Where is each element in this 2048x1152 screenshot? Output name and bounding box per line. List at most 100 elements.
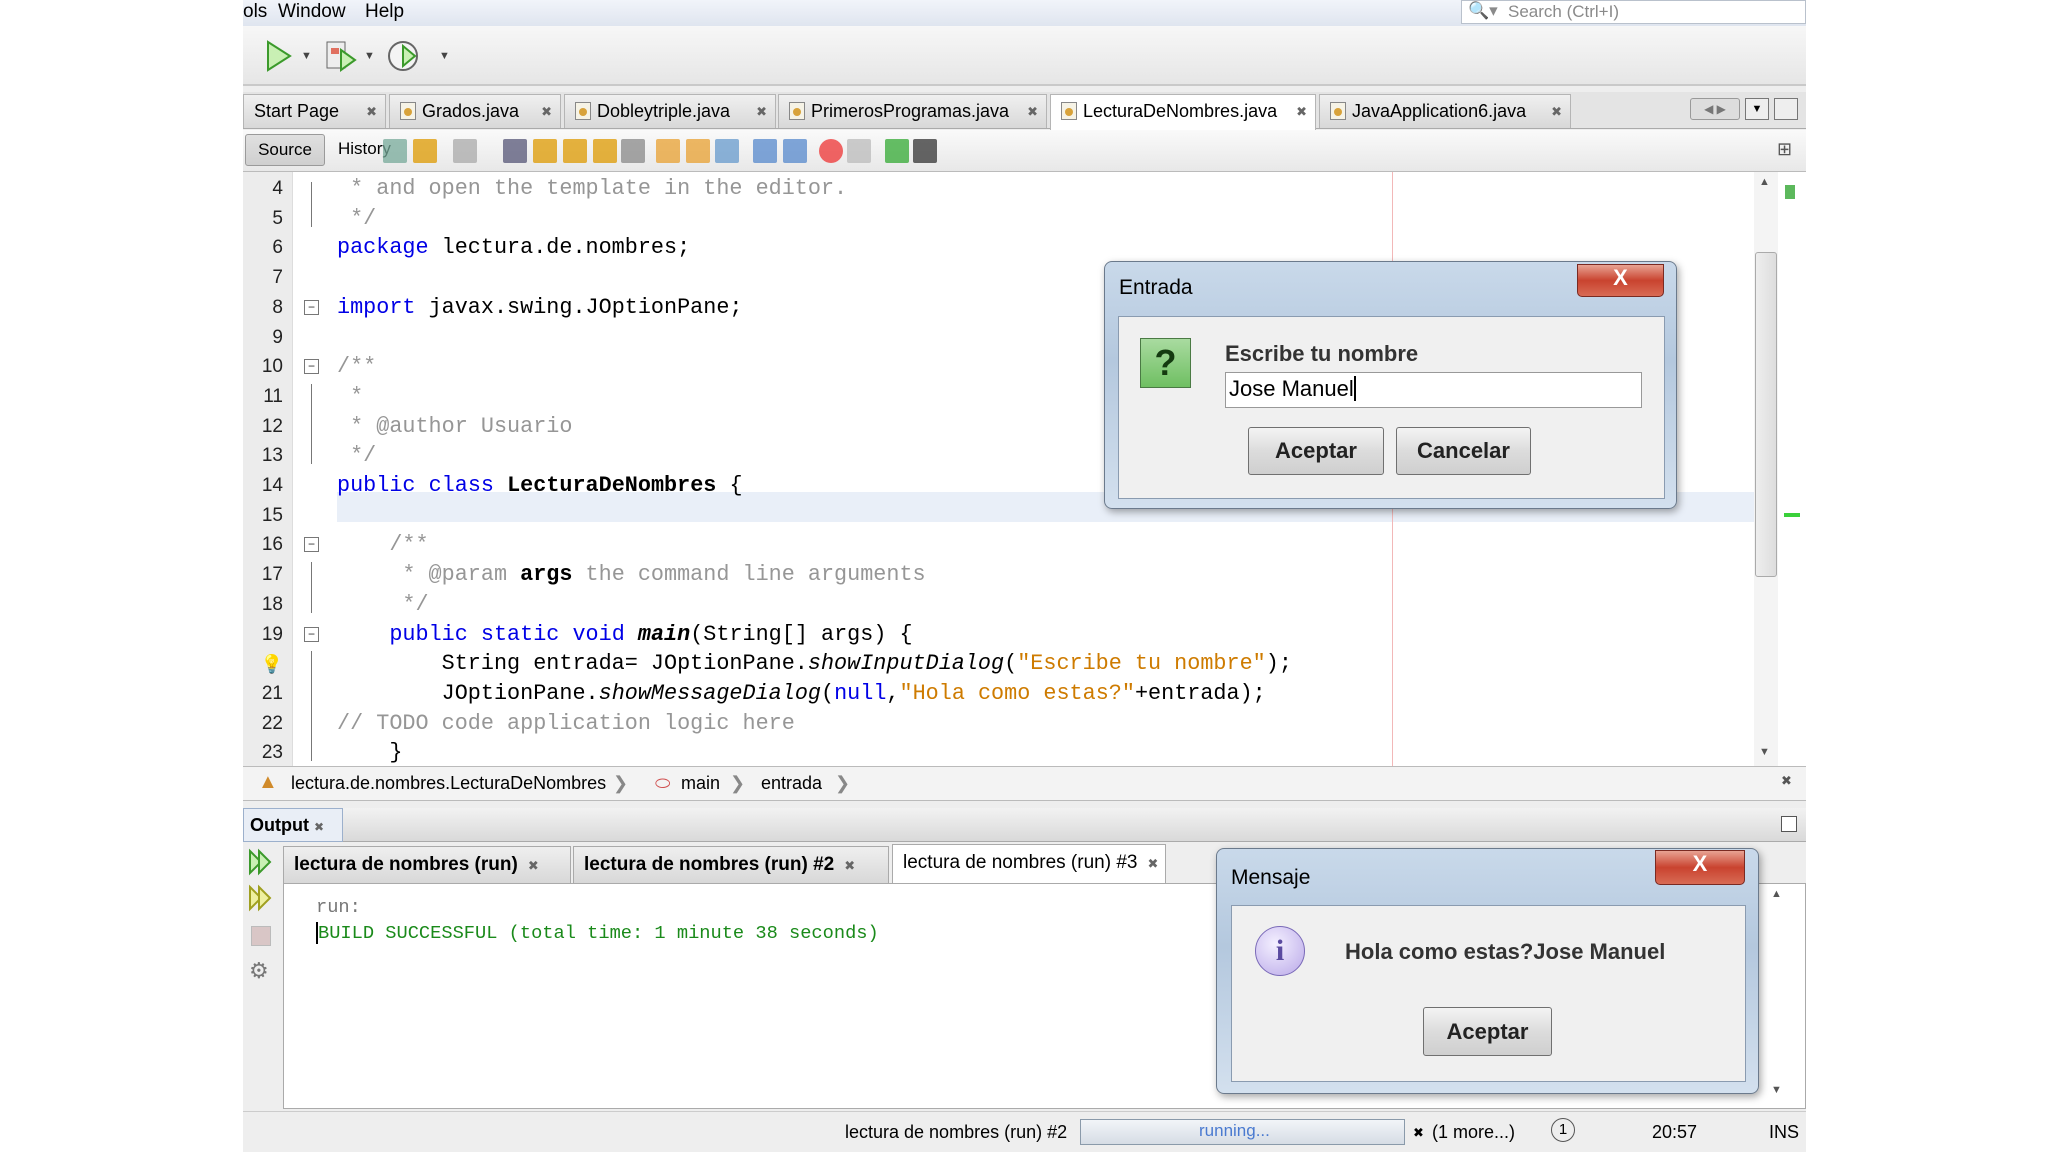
show-opened-documents-icon[interactable]: ▼: [1745, 98, 1769, 120]
cancel-task-icon[interactable]: ✖: [1413, 1125, 1424, 1141]
find-next-icon[interactable]: [563, 139, 587, 163]
menu-tools[interactable]: ols: [243, 1, 267, 23]
split-editor-icon[interactable]: ⊞: [1777, 139, 1792, 160]
maximize-window-icon[interactable]: [1774, 98, 1798, 120]
settings-icon[interactable]: ⚙: [249, 958, 269, 984]
tab-start-page[interactable]: Start Page ✖: [243, 94, 386, 128]
accept-button[interactable]: Aceptar: [1423, 1007, 1552, 1056]
output-window-tab[interactable]: Output ✖: [243, 808, 343, 842]
output-tab-run[interactable]: lectura de nombres (run) ✖: [283, 846, 571, 884]
code-token: class: [428, 473, 494, 498]
source-button[interactable]: Source: [245, 134, 325, 166]
fold-toggle-icon[interactable]: −: [304, 359, 319, 375]
line-number: 22: [261, 712, 283, 734]
rect-select-icon[interactable]: [621, 139, 645, 163]
close-icon[interactable]: ✖: [756, 104, 767, 120]
tab-primerosprogramas[interactable]: PrimerosProgramas.java ✖: [778, 94, 1047, 128]
scroll-down-icon[interactable]: ▼: [1771, 1084, 1782, 1096]
line-marker[interactable]: [1784, 513, 1800, 517]
menu-help[interactable]: Help: [365, 1, 404, 23]
close-icon[interactable]: ✖: [528, 858, 539, 873]
close-icon[interactable]: ✖: [844, 858, 855, 873]
forward-icon[interactable]: [453, 139, 477, 163]
next-bookmark-icon[interactable]: [686, 139, 710, 163]
search-box[interactable]: 🔍▾ Search (Ctrl+I): [1461, 0, 1806, 24]
toggle-bookmark-icon[interactable]: [715, 139, 739, 163]
toggle-highlight-icon[interactable]: [593, 139, 617, 163]
hint-bulb-icon[interactable]: 💡: [243, 649, 283, 679]
status-bar: lectura de nombres (run) #2 running... ✖…: [243, 1111, 1806, 1152]
breadcrumb-method[interactable]: main: [681, 773, 720, 794]
stop-icon[interactable]: [251, 926, 271, 946]
more-tasks-link[interactable]: (1 more...): [1432, 1122, 1515, 1143]
close-button[interactable]: X: [1655, 850, 1745, 885]
close-icon[interactable]: ✖: [1147, 856, 1158, 871]
output-tab-run-2[interactable]: lectura de nombres (run) #2 ✖: [573, 846, 889, 884]
debug-icon[interactable]: [321, 36, 361, 76]
rerun-with-params-icon[interactable]: [247, 884, 275, 912]
close-icon[interactable]: ✖: [314, 820, 324, 834]
accept-button[interactable]: Aceptar: [1248, 427, 1384, 475]
tab-label: lectura de nombres (run): [294, 854, 518, 875]
code-token: /**: [337, 532, 429, 558]
code-token: javax.swing.JOptionPane;: [415, 294, 743, 320]
input-dialog: Entrada X ? Escribe tu nombre Jose Manue…: [1104, 261, 1677, 509]
shift-right-icon[interactable]: [783, 139, 807, 163]
code-token: lectura.de.nombres;: [428, 235, 691, 261]
close-icon[interactable]: ✖: [1027, 104, 1038, 120]
fold-toggle-icon[interactable]: −: [304, 626, 319, 642]
tab-dobleytriple[interactable]: Dobleytriple.java ✖: [564, 94, 776, 128]
output-tab-run-3[interactable]: lectura de nombres (run) #3 ✖: [892, 844, 1166, 884]
run-icon[interactable]: [258, 36, 298, 76]
fold-toggle-icon[interactable]: −: [304, 299, 319, 315]
code-token: {: [716, 473, 743, 498]
editor-scrollbar-thumb[interactable]: [1755, 252, 1777, 577]
breadcrumb-class[interactable]: lectura.de.nombres.LecturaDeNombres: [291, 773, 606, 794]
close-button[interactable]: X: [1577, 264, 1664, 297]
back-icon[interactable]: [413, 139, 437, 163]
progress-bar[interactable]: running...: [1080, 1119, 1405, 1145]
line-number: 19: [261, 623, 283, 645]
run-dropdown-icon[interactable]: ▼: [301, 50, 312, 62]
search-placeholder: Search (Ctrl+I): [1508, 2, 1619, 21]
tab-lecturadenombres[interactable]: LecturaDeNombres.java ✖: [1050, 94, 1316, 130]
close-icon[interactable]: ✖: [1781, 773, 1792, 789]
fold-toggle-icon[interactable]: −: [304, 537, 319, 553]
find-icon[interactable]: [503, 139, 527, 163]
scroll-tabs-buttons[interactable]: ◀ ▶: [1690, 98, 1740, 120]
code-token: +entrada);: [1134, 680, 1266, 706]
macro-stop-icon[interactable]: [847, 139, 871, 163]
previous-bookmark-icon[interactable]: [656, 139, 680, 163]
macro-record-icon[interactable]: [819, 139, 843, 163]
rerun-icon[interactable]: [247, 848, 275, 876]
line-number: 6: [272, 237, 283, 259]
scroll-up-icon[interactable]: ▲: [1771, 888, 1782, 900]
minimize-icon[interactable]: [1781, 816, 1797, 832]
close-icon[interactable]: ✖: [541, 104, 552, 120]
code-token: package: [337, 235, 429, 261]
code-token: // TODO code application logic here: [337, 710, 795, 736]
profile-dropdown-icon[interactable]: ▼: [439, 50, 450, 62]
shift-left-icon[interactable]: [753, 139, 777, 163]
name-input[interactable]: Jose Manuel: [1225, 372, 1642, 408]
close-icon[interactable]: ✖: [1551, 104, 1562, 120]
scroll-down-icon[interactable]: ▼: [1759, 746, 1770, 758]
debug-dropdown-icon[interactable]: ▼: [364, 50, 375, 62]
tab-grados[interactable]: Grados.java ✖: [389, 94, 561, 128]
comment-icon[interactable]: [885, 139, 909, 163]
menu-window[interactable]: Window: [278, 1, 346, 23]
uncomment-icon[interactable]: [913, 139, 937, 163]
breadcrumb-variable[interactable]: entrada: [761, 773, 822, 794]
cancel-button[interactable]: Cancelar: [1396, 427, 1531, 475]
chevron-right-icon: ❯: [730, 773, 746, 793]
code-line: String entrada= JOptionPane.showInputDia…: [337, 649, 1292, 679]
scroll-up-icon[interactable]: ▲: [1759, 176, 1770, 188]
last-edit-icon[interactable]: [383, 139, 407, 163]
code-token: args: [520, 562, 573, 588]
tab-javaapplication6[interactable]: JavaApplication6.java ✖: [1319, 94, 1571, 128]
profile-icon[interactable]: [385, 36, 425, 76]
find-previous-icon[interactable]: [533, 139, 557, 163]
close-icon[interactable]: ✖: [1296, 104, 1307, 120]
notifications-badge[interactable]: 1: [1551, 1118, 1575, 1142]
close-icon[interactable]: ✖: [366, 104, 377, 120]
